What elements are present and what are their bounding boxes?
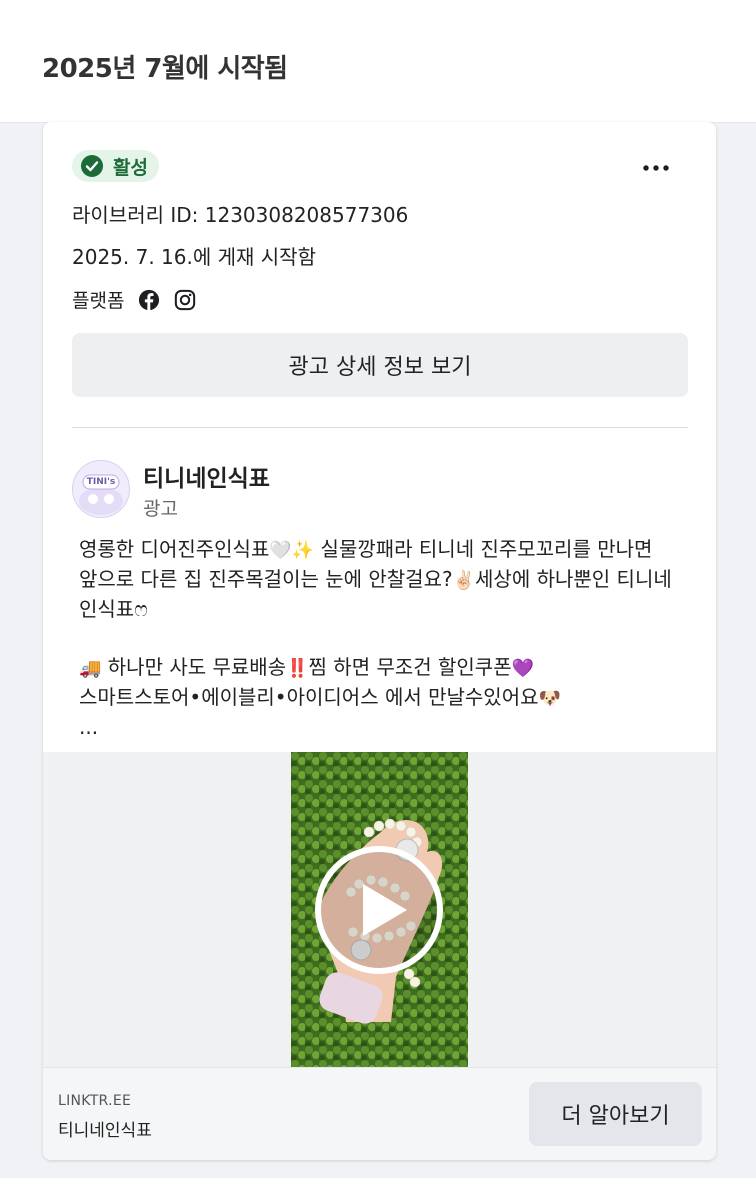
heart-sparkle-emoji: 🤍✨: [269, 540, 315, 561]
sponsored-label: 광고: [143, 498, 178, 520]
avatar-logo-icon: [79, 474, 123, 515]
view-ad-details-button[interactable]: 광고 상세 정보 보기: [72, 333, 688, 397]
ad-card: 활성 라이브러리 ID: 1230308208577306 2025. 7. 1…: [43, 122, 716, 1160]
victory-hand-emoji: ✌🏻: [452, 570, 476, 591]
body-line-2-rest: 찜 하면 무조건 할인쿠폰: [308, 655, 512, 679]
link-title: 티니네인식표: [58, 1121, 152, 1141]
platform-row: 플랫폼: [72, 286, 210, 313]
see-more-ellipsis[interactable]: ...: [79, 715, 98, 739]
purple-heart-emoji: 💜: [511, 658, 535, 679]
status-label: 활성: [113, 156, 148, 179]
ad-body-text: 영롱한 디어진주인식표🤍✨ 실물깡패라 티니네 진주모꼬리를 만나면 앞으로 다…: [79, 535, 691, 742]
link-domain: LINKTR.EE: [58, 1093, 132, 1109]
play-icon[interactable]: [315, 846, 443, 974]
instagram-icon: [175, 289, 196, 310]
platform-label: 플랫폼: [72, 290, 125, 312]
divider: [72, 427, 688, 428]
start-date: 2025. 7. 16.에 게재 시작함: [72, 245, 316, 269]
delivery-truck-emoji: 🚚: [79, 658, 102, 679]
dog-face-emoji: 🐶: [538, 688, 561, 709]
library-id: 라이브러리 ID: 1230308208577306: [72, 203, 409, 227]
more-horizontal-icon: [643, 165, 669, 171]
double-exclamation-emoji: ‼️: [286, 658, 309, 679]
more-options-button[interactable]: [636, 158, 676, 178]
check-circle-icon: [81, 155, 103, 177]
learn-more-button[interactable]: 더 알아보기: [529, 1082, 702, 1146]
advertiser-name[interactable]: 티니네인식표: [143, 459, 270, 493]
avatar-text: TINI's: [86, 477, 116, 487]
advertiser-avatar[interactable]: TINI's: [72, 460, 130, 518]
body-line-1: 영롱한 디어진주인식표: [79, 537, 270, 561]
facebook-icon: [139, 289, 160, 311]
body-line-3: 스마트스토어•에이블리•아이디어스 에서 만날수있어요: [79, 685, 539, 709]
status-badge: 활성: [72, 150, 159, 182]
body-line-2: 하나만 사도 무료배송: [101, 655, 287, 679]
link-footer[interactable]: LINKTR.EE 티니네인식표 더 알아보기: [43, 1067, 716, 1160]
page-header: 2025년 7월에 시작됨: [0, 0, 756, 123]
page-title: 2025년 7월에 시작됨: [42, 54, 288, 84]
